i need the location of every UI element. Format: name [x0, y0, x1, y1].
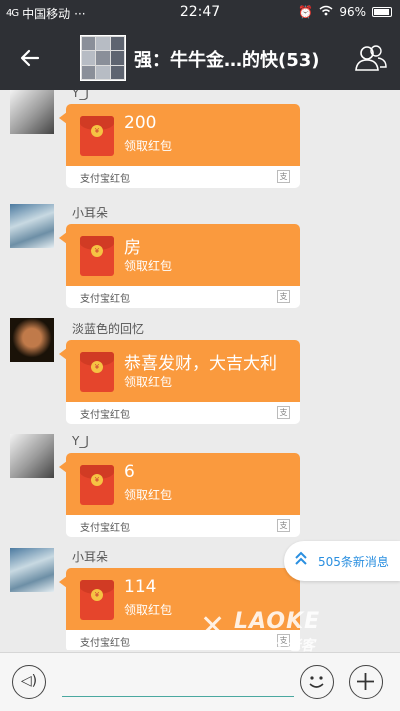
red-envelope-icon: ¥ — [80, 236, 114, 276]
chat-title: 强：牛牛金…的快(53) — [134, 50, 320, 71]
avatar[interactable] — [10, 90, 54, 134]
chat-header: 强：牛牛金…的快(53) — [0, 26, 400, 90]
packet-message: 房 — [124, 238, 141, 258]
sender-name: 小耳朵 — [72, 206, 109, 220]
packet-source: 支付宝红包 — [80, 410, 130, 421]
emoji-button[interactable] — [300, 665, 334, 699]
packet-source: 支付宝红包 — [80, 294, 130, 305]
avatar[interactable] — [10, 434, 54, 478]
wifi-icon — [319, 5, 333, 19]
packet-source: 支付宝红包 — [80, 174, 130, 185]
smiley-icon — [309, 676, 324, 688]
avatar[interactable] — [10, 548, 54, 592]
alarm-icon: ⏰ — [298, 5, 314, 19]
packet-source: 支付宝红包 — [80, 638, 130, 649]
battery-percent: 96% — [339, 5, 366, 19]
claim-label: 领取红包 — [124, 259, 173, 273]
double-chevron-up-icon — [294, 550, 308, 572]
message-input[interactable] — [62, 667, 294, 697]
red-envelope-icon: ¥ — [80, 352, 114, 392]
red-packet-card[interactable]: ¥ 恭喜发财，大吉大利 领取红包 支付宝红包 支 — [66, 340, 300, 424]
voice-button[interactable]: ◁) — [12, 665, 46, 699]
claim-label: 领取红包 — [124, 488, 173, 502]
avatar[interactable] — [10, 204, 54, 248]
packet-message: 6 — [124, 462, 135, 482]
plus-icon — [357, 673, 374, 690]
sender-name: Y_J — [72, 434, 89, 448]
new-messages-label: 505条新消息 — [318, 555, 389, 569]
claim-label: 领取红包 — [124, 375, 173, 389]
watermark: ✕ LAOKE .com 老客 — [200, 609, 321, 654]
arrow-left-icon — [20, 49, 40, 67]
plus-button[interactable] — [349, 665, 383, 699]
avatar[interactable] — [10, 318, 54, 362]
new-messages-button[interactable]: 505条新消息 — [284, 541, 400, 581]
input-bar: ◁) — [0, 652, 400, 711]
group-members-button[interactable] — [354, 42, 388, 74]
packet-message: 恭喜发财，大吉大利 — [124, 354, 277, 374]
watermark-logo-icon: ✕ — [200, 609, 226, 644]
claim-label: 领取红包 — [124, 603, 173, 617]
voice-icon: ◁) — [20, 673, 38, 689]
battery-icon — [372, 7, 392, 17]
claim-label: 领取红包 — [124, 139, 173, 153]
red-packet-card[interactable]: ¥ 房 领取红包 支付宝红包 支 — [66, 224, 300, 308]
red-packet-card[interactable]: ¥ 200 领取红包 支付宝红包 支 — [66, 104, 300, 188]
alipay-icon: 支 — [277, 290, 290, 303]
red-envelope-icon: ¥ — [80, 465, 114, 505]
alipay-icon: 支 — [277, 519, 290, 532]
group-members-icon — [355, 45, 387, 71]
packet-message: 200 — [124, 113, 157, 133]
back-button[interactable] — [14, 42, 46, 74]
red-envelope-icon: ¥ — [80, 580, 114, 620]
group-avatar[interactable] — [80, 35, 126, 81]
sender-name: 小耳朵 — [72, 550, 109, 564]
status-bar: 4G 中国移动 ··· 22:47 ⏰ 96% — [0, 0, 400, 26]
sender-name: Y_J — [72, 90, 89, 100]
alipay-icon: 支 — [277, 406, 290, 419]
red-envelope-icon: ¥ — [80, 116, 114, 156]
sender-name: 淡蓝色的回忆 — [72, 322, 145, 336]
packet-message: 114 — [124, 577, 157, 597]
alipay-icon: 支 — [277, 170, 290, 183]
red-packet-card[interactable]: ¥ 6 领取红包 支付宝红包 支 — [66, 453, 300, 537]
packet-source: 支付宝红包 — [80, 523, 130, 534]
